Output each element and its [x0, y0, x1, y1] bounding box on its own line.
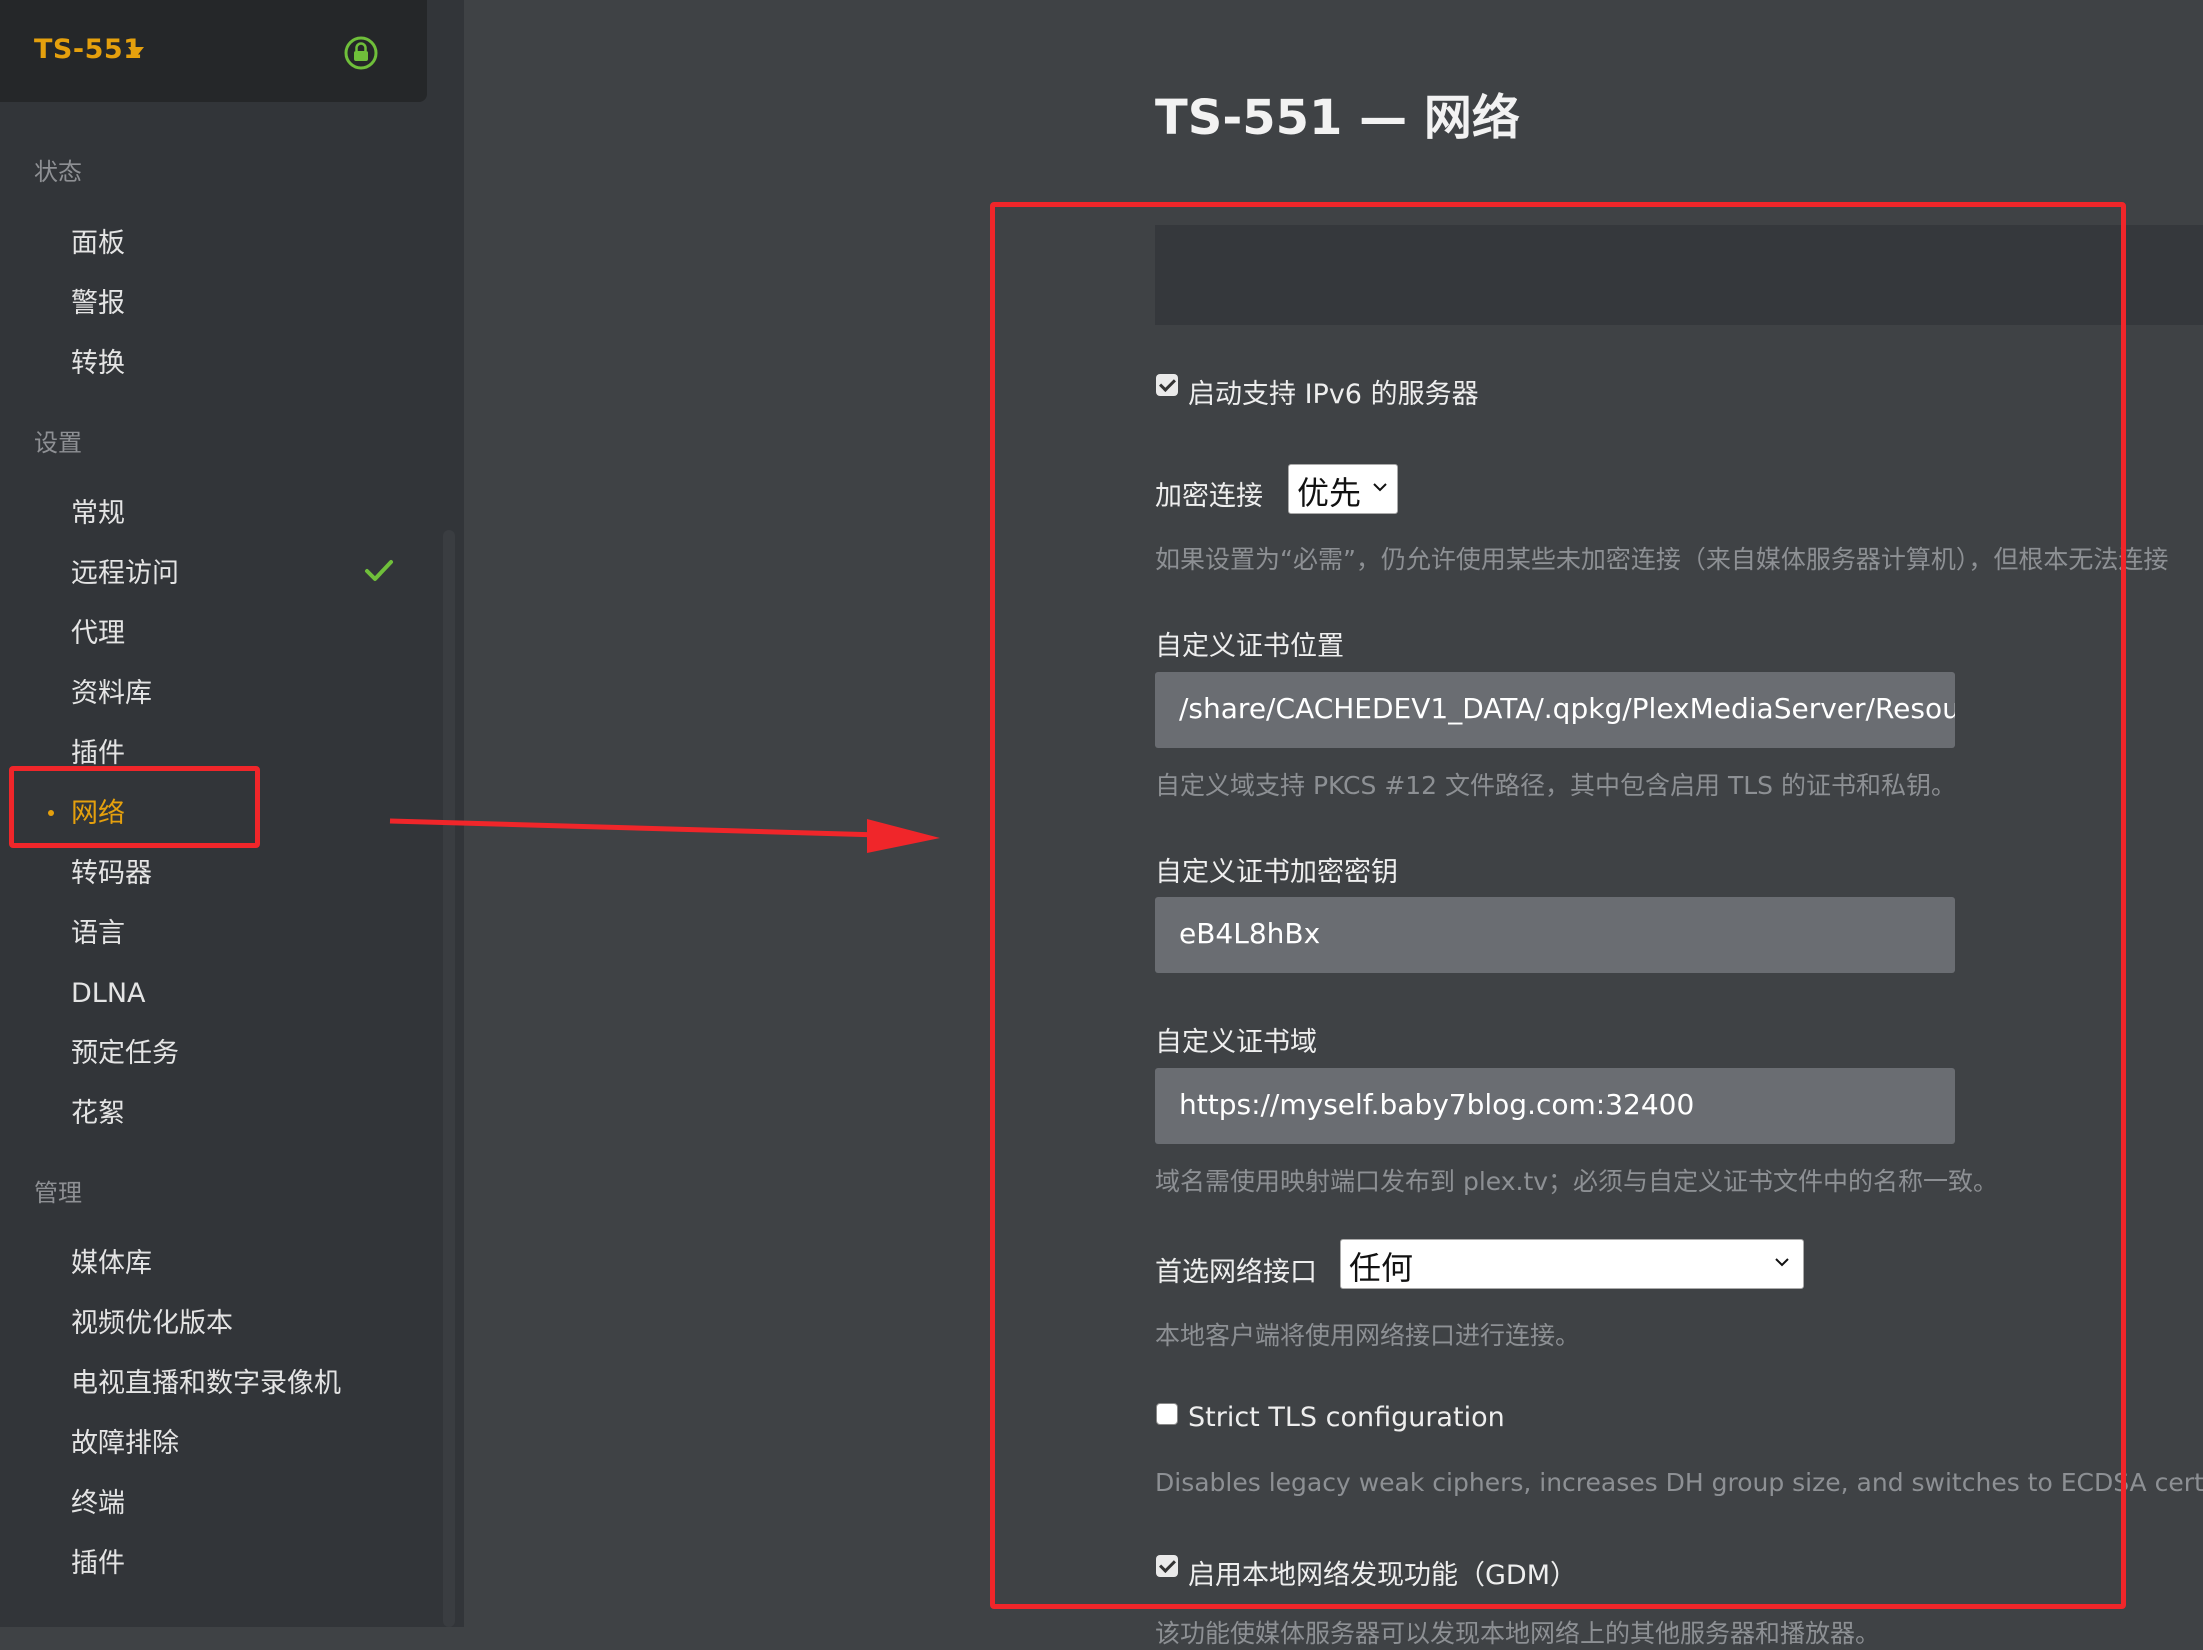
- section-header-status: 状态: [34, 158, 82, 186]
- sidebar-item-optimized-versions[interactable]: 视频优化版本: [71, 1306, 233, 1342]
- server-selector[interactable]: TS-551: [0, 0, 427, 102]
- sidebar-item-language[interactable]: 语言: [71, 916, 125, 952]
- annotation-box-network: [9, 766, 260, 848]
- sidebar-item-transcoder[interactable]: 转码器: [71, 856, 152, 892]
- sidebar-item-media-library[interactable]: 媒体库: [71, 1246, 152, 1282]
- sidebar-item-dashboard[interactable]: 面板: [71, 226, 125, 262]
- sidebar-item-remote-access[interactable]: 远程访问: [71, 556, 179, 592]
- sidebar-item-console[interactable]: 终端: [71, 1486, 125, 1522]
- lock-icon: [344, 36, 378, 70]
- annotation-arrow-icon: [389, 818, 940, 853]
- sidebar-item-scheduled-tasks[interactable]: 预定任务: [71, 1036, 179, 1072]
- section-header-manage: 管理: [34, 1179, 82, 1207]
- page-title: TS-551 — 网络: [1155, 90, 1520, 146]
- sidebar-scrollbar[interactable]: [443, 530, 455, 1627]
- annotation-box-settings: [990, 202, 2126, 1609]
- gdm-help: 该功能使媒体服务器可以发现本地网络上的其他服务器和播放器。: [1155, 1619, 1881, 1648]
- chevron-down-icon[interactable]: [128, 47, 144, 57]
- sidebar-item-troubleshooting[interactable]: 故障排除: [71, 1426, 179, 1462]
- sidebar-item-alerts[interactable]: 警报: [71, 286, 125, 322]
- check-icon: [365, 560, 393, 581]
- server-name[interactable]: TS-551: [34, 34, 142, 65]
- sidebar-item-live-tv-dvr[interactable]: 电视直播和数字录像机: [71, 1366, 341, 1402]
- sidebar-item-general[interactable]: 常规: [71, 496, 125, 532]
- sidebar-item-extras[interactable]: 花絮: [71, 1096, 125, 1132]
- sidebar-item-proxy[interactable]: 代理: [71, 616, 125, 652]
- section-header-settings: 设置: [34, 429, 82, 457]
- sidebar-item-dlna[interactable]: DLNA: [71, 976, 146, 1012]
- sidebar-item-plugins-manage[interactable]: 插件: [71, 1546, 125, 1582]
- sidebar-item-library[interactable]: 资料库: [71, 676, 152, 712]
- sidebar-item-conversions[interactable]: 转换: [71, 346, 125, 382]
